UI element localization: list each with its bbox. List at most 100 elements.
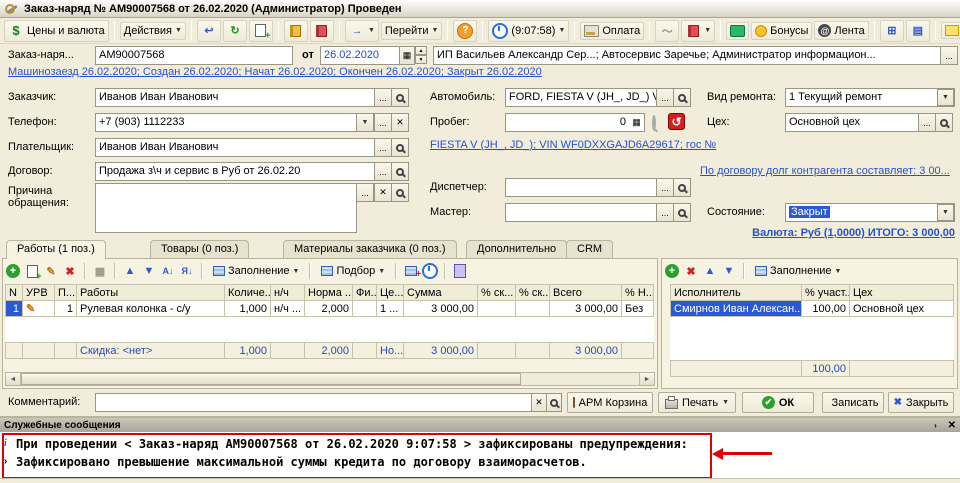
date-spinner[interactable]: ▲ ▼ [415,46,427,64]
disabled-calc-button[interactable]: ▦ [92,263,108,279]
payment-button[interactable]: Оплата [580,22,644,40]
state-dropdown[interactable]: Закрыт [785,203,955,222]
spin-up-icon[interactable]: ▲ [415,46,427,55]
sort-desc-button[interactable]: Я↓ [179,263,195,279]
tab-crm[interactable]: CRM [566,240,613,258]
order-date-field[interactable]: 26.02.2020 [320,46,400,65]
comment-clear-button[interactable]: ✕ [531,393,547,412]
help-button[interactable]: ? [453,20,477,42]
tab-goods[interactable]: Товары (0 поз.) [150,240,249,258]
tab-additional[interactable]: Дополнительно [466,240,567,258]
mileage-calc-button[interactable]: ▦ [629,114,644,131]
car-field[interactable]: FORD, FIESTA V (JH_, JD_) VIN WF0( [505,88,657,107]
repair-type-dropdown-button[interactable]: ▼ [937,89,954,106]
reason-open-button[interactable] [391,183,409,202]
shop-open-button[interactable] [935,113,953,132]
executors-row[interactable]: Смирнов Иван Алексан... 100,00 Основной … [671,301,954,317]
pick-menu-button[interactable]: Подбор▼ [317,262,389,280]
move-down-button[interactable]: ▼ [141,263,157,279]
organization-field[interactable]: ИП Васильев Александр Сер...; Автосервис… [433,46,941,65]
tab-customer-materials[interactable]: Материалы заказчика (0 поз.) [283,240,457,258]
master-field[interactable] [505,203,657,222]
save-button[interactable]: Записать [822,392,884,413]
phone-dropdown-button[interactable]: ▼ [356,113,374,132]
refresh-button[interactable]: ↻ [223,20,247,42]
reread-button[interactable]: ↩ [197,20,221,42]
executor-add-button[interactable]: + [664,263,680,279]
reason-clear-button[interactable]: ✕ [374,183,392,202]
movements-button[interactable]: →▼ [345,20,379,42]
bonuses-button[interactable]: Бонусы [751,22,812,40]
phone-field[interactable]: +7 (903) 1112233 [95,113,357,132]
customer-select-button[interactable]: ... [374,88,392,107]
car-info-link[interactable]: FIESTA V (JH_, JD_); VIN WF0DXXGAJD6A296… [430,139,716,151]
dispatcher-open-button[interactable] [673,178,691,197]
works-horizontal-scrollbar[interactable]: ◄ ► [5,372,655,386]
print-button[interactable]: Печать ▼ [658,392,736,413]
ok-button[interactable]: ✔ ОК [742,392,814,413]
mileage-field[interactable]: 0 [505,113,645,132]
copy-row-button[interactable] [24,263,40,279]
payer-select-button[interactable]: ... [374,138,392,157]
works-row[interactable]: 1 ✎ 1 Рулевая колонка - с/у 1,000 н/ч ..… [6,301,654,317]
note-button[interactable] [941,22,960,39]
order-number-field[interactable]: АМ90007568 [95,46,293,65]
dispatcher-select-button[interactable]: ... [656,178,674,197]
shop-field[interactable]: Основной цех [785,113,919,132]
comment-open-button[interactable] [546,393,562,412]
phone-select-button[interactable]: ... [374,113,392,132]
currency-total-link[interactable]: Валюта: Руб (1,0000) ИТОГО: 3 000,00 [700,227,955,239]
delete-row-button[interactable]: ✖ [62,263,78,279]
arm-basket-button[interactable]: АРМ Корзина [567,392,653,413]
fill-menu-button[interactable]: Заполнение▼ [209,262,303,280]
prices-currency-button[interactable]: $ Цены и валюта [4,20,109,42]
contract-field[interactable]: Продажа з\ч и сервис в Руб от 26.02.20 [95,162,375,181]
reason-select-button[interactable]: ... [356,183,374,202]
repair-type-dropdown[interactable]: 1 Текущий ремонт [785,88,955,107]
sort-asc-button[interactable]: А↓ [160,263,176,279]
car-open-button[interactable] [673,88,691,107]
mileage-reset-button[interactable]: ↺ [668,113,685,130]
works-extra-button[interactable] [452,263,468,279]
calendar-button[interactable]: ▦ [399,46,415,65]
payer-open-button[interactable] [391,138,409,157]
phone-clear-button[interactable]: ✕ [391,113,409,132]
master-select-button[interactable]: ... [656,203,674,222]
order-dates-link[interactable]: Машинозаезд 26.02.2020; Создан 26.02.202… [8,66,542,78]
post-document-button[interactable] [284,20,308,42]
executor-up-button[interactable]: ▲ [702,263,718,279]
comment-field[interactable] [95,393,532,412]
contract-select-button[interactable]: ... [374,162,392,181]
edit-row-button[interactable]: ✎ [43,263,59,279]
car-select-button[interactable]: ... [656,88,674,107]
contract-open-button[interactable] [391,162,409,181]
customer-open-button[interactable] [391,88,409,107]
structure-button[interactable]: ⊞ [880,20,904,42]
messages-close-icon[interactable]: ✕ [948,420,956,431]
executor-delete-button[interactable]: ✖ [683,263,699,279]
executor-down-button[interactable]: ▼ [721,263,737,279]
disabled-tool-button[interactable]: 〜 [655,20,679,42]
shop-select-button[interactable]: ... [918,113,936,132]
scroll-thumb[interactable] [21,373,521,385]
feed-button[interactable]: @ Лента [814,21,868,40]
dispatcher-field[interactable] [505,178,657,197]
add-work-special-button[interactable] [403,263,419,279]
norms-time-button[interactable] [422,263,438,279]
catalog-menu-button[interactable]: ▼ [681,20,715,42]
scroll-right-icon[interactable]: ► [639,373,654,385]
pin-icon[interactable]: › [934,421,937,430]
executor-fill-menu-button[interactable]: Заполнение▼ [751,262,845,280]
organization-select-button[interactable]: ... [940,46,958,65]
close-button[interactable]: ✖ Закрыть [888,392,954,413]
customer-field[interactable]: Иванов Иван Иванович [95,88,375,107]
tab-works[interactable]: Работы (1 поз.) [6,240,106,259]
scroll-left-icon[interactable]: ◄ [6,373,21,385]
move-up-button[interactable]: ▲ [122,263,138,279]
payer-field[interactable]: Иванов Иван Иванович [95,138,375,157]
cash-register-button[interactable] [726,22,749,40]
state-dropdown-button[interactable]: ▼ [937,204,954,221]
time-tracking-button[interactable]: (9:07:58)▼ [488,20,569,42]
copy-document-button[interactable] [249,20,273,42]
contract-debt-link[interactable]: По договору долг контрагента составляет:… [700,165,950,177]
